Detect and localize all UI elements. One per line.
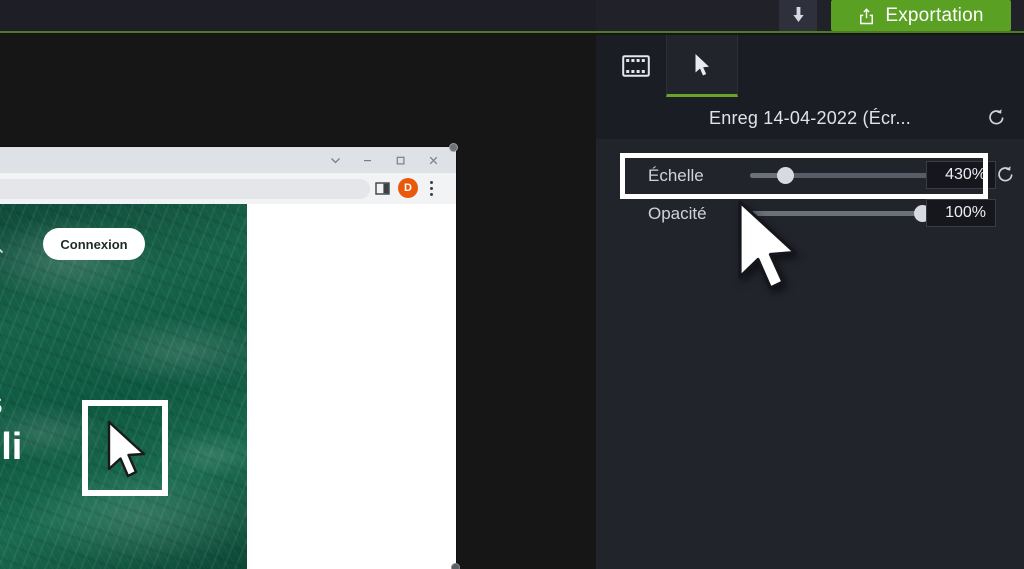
- echelle-reset-icon[interactable]: [996, 165, 1015, 184]
- toolbar-left-region: [0, 0, 596, 31]
- property-row-opacite: Opacité 100%: [630, 199, 996, 229]
- echelle-value-field[interactable]: 430%: [926, 161, 996, 189]
- mouse-pointer-icon: [106, 420, 150, 482]
- echelle-value: 430%: [945, 166, 986, 183]
- avatar[interactable]: D: [398, 178, 418, 198]
- opacite-value-field[interactable]: 100%: [926, 199, 996, 227]
- export-button-label: Exportation: [885, 4, 984, 26]
- cursor-selection-box[interactable]: [82, 400, 168, 496]
- browser-toolbar: D: [0, 173, 456, 204]
- search-icon[interactable]: [0, 234, 4, 254]
- download-button[interactable]: [779, 0, 817, 31]
- hero-headline-fragment-1: s: [0, 384, 3, 423]
- close-icon[interactable]: [416, 147, 450, 173]
- echelle-slider-thumb[interactable]: [777, 167, 795, 184]
- browser-window-preview[interactable]: D Connexion s oli: [0, 143, 460, 569]
- address-bar-input[interactable]: [0, 179, 370, 199]
- side-panel-icon[interactable]: [375, 181, 390, 196]
- chevron-down-icon[interactable]: [318, 147, 352, 173]
- window-resize-handle-right[interactable]: [451, 563, 460, 569]
- echelle-label: Échelle: [648, 166, 704, 185]
- opacite-slider[interactable]: [750, 205, 946, 222]
- cursor-arrow-icon: [694, 53, 711, 77]
- opacite-label: Opacité: [648, 204, 707, 223]
- browser-titlebar: [0, 147, 456, 173]
- share-upload-icon: [858, 7, 875, 25]
- preview-canvas[interactable]: D Connexion s oli: [0, 35, 595, 569]
- maximize-icon[interactable]: [383, 147, 417, 173]
- properties-panel: Enreg 14-04-2022 (Écr... Échelle 430% Op…: [596, 35, 1024, 569]
- clip-title: Enreg 14-04-2022 (Écr...: [709, 107, 911, 128]
- clip-title-bar: Enreg 14-04-2022 (Écr...: [596, 97, 1024, 139]
- tab-cursor[interactable]: [666, 35, 738, 97]
- minimize-icon[interactable]: [350, 147, 384, 173]
- connexion-button-label: Connexion: [60, 236, 128, 252]
- echelle-slider[interactable]: [750, 167, 946, 184]
- window-resize-handle-top-right[interactable]: [449, 143, 458, 152]
- properties-area: Échelle 430% Opacité 100%: [596, 139, 1024, 569]
- tab-media[interactable]: [600, 35, 672, 97]
- web-page-content: Connexion s oli: [0, 204, 456, 569]
- opacite-value: 100%: [945, 204, 986, 221]
- download-icon: [791, 7, 806, 24]
- film-strip-icon: [622, 55, 650, 77]
- reset-icon[interactable]: [987, 108, 1006, 127]
- hero-headline-fragment-2: oli: [0, 426, 23, 468]
- property-row-echelle: Échelle 430%: [630, 161, 996, 191]
- export-button[interactable]: Exportation: [831, 0, 1011, 31]
- three-dot-menu-icon[interactable]: [424, 180, 438, 197]
- top-toolbar: Exportation: [0, 0, 1024, 33]
- connexion-button[interactable]: Connexion: [43, 228, 145, 260]
- panel-tab-bar: [596, 35, 1024, 97]
